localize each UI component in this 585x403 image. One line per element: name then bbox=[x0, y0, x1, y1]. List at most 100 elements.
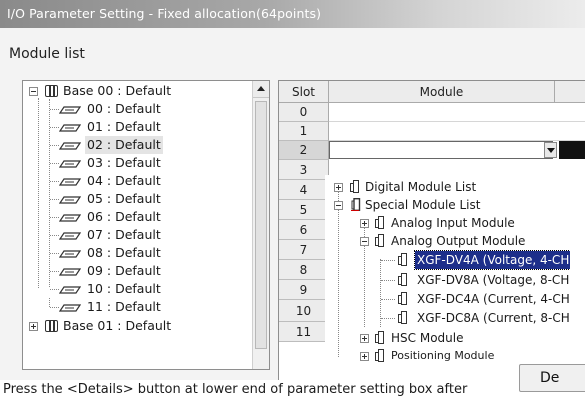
slot-cell[interactable]: 9 bbox=[279, 280, 329, 300]
dropdown-item-label: Digital Module List bbox=[365, 180, 477, 194]
slot-cell[interactable]: 5 bbox=[279, 200, 329, 220]
tree-item-label: 09 : Default bbox=[87, 263, 161, 278]
slot-module-icon bbox=[59, 196, 81, 204]
tree-line bbox=[50, 289, 59, 290]
tree-item-label: Base 01 : Default bbox=[63, 318, 172, 333]
tree-line bbox=[381, 299, 395, 300]
dropdown-item-label: Special Module List bbox=[365, 198, 481, 212]
slot-module-icon bbox=[59, 142, 81, 150]
instruction-caption: Press the <Details> button at lower end … bbox=[3, 382, 468, 397]
collapse-icon[interactable] bbox=[360, 237, 369, 246]
module-icon bbox=[398, 292, 407, 305]
expand-icon[interactable] bbox=[334, 183, 343, 192]
dropdown-item-label: Analog Output Module bbox=[391, 234, 526, 248]
scroll-thumb[interactable] bbox=[255, 101, 267, 349]
slot-cell[interactable]: 0 bbox=[279, 103, 329, 122]
module-dropdown-tree[interactable]: Digital Module List Special Module List … bbox=[325, 175, 570, 375]
title-bar: I/O Parameter Setting - Fixed allocation… bbox=[0, 0, 585, 28]
module-icon bbox=[398, 273, 407, 286]
tree-line bbox=[50, 145, 59, 146]
module-icon bbox=[398, 253, 407, 266]
dropdown-item-label: XGF-DC4A (Current, 4-CH) bbox=[417, 292, 570, 306]
module-column-header[interactable]: Module bbox=[329, 81, 555, 103]
tree-line bbox=[50, 253, 59, 254]
tree-line bbox=[338, 187, 339, 357]
module-icon bbox=[375, 234, 384, 247]
slot-module-icon bbox=[59, 286, 81, 294]
tree-line bbox=[50, 163, 59, 164]
tree-item-label: 03 : Default bbox=[87, 155, 161, 170]
expand-icon[interactable] bbox=[360, 219, 369, 228]
dropdown-item-label: Positioning Module bbox=[391, 349, 495, 362]
base-rack-icon bbox=[45, 85, 58, 97]
selected-cell-highlight bbox=[559, 141, 585, 159]
module-tree[interactable]: Base 00 : Default 00 : Default 01 : Defa… bbox=[22, 80, 270, 370]
expand-icon[interactable] bbox=[360, 334, 369, 343]
tree-line bbox=[380, 259, 381, 327]
tree-line bbox=[50, 181, 59, 182]
slot-cell[interactable]: 7 bbox=[279, 240, 329, 260]
slot-module-icon bbox=[59, 214, 81, 222]
tree-line bbox=[50, 307, 59, 308]
slot-module-icon bbox=[59, 106, 81, 114]
module-icon bbox=[398, 311, 407, 324]
module-tree-items: Base 00 : Default 00 : Default 01 : Defa… bbox=[23, 81, 253, 369]
base-rack-icon bbox=[45, 320, 58, 332]
module-cell[interactable] bbox=[329, 122, 585, 141]
details-button[interactable]: De bbox=[519, 364, 585, 392]
special-module-icon bbox=[351, 198, 361, 211]
slot-cell[interactable]: 8 bbox=[279, 260, 329, 280]
slot-module-icon bbox=[59, 304, 81, 312]
tree-item-label: 01 : Default bbox=[87, 119, 161, 134]
slot-cell[interactable]: 1 bbox=[279, 122, 329, 141]
tree-item-label: Base 00 : Default bbox=[63, 83, 172, 98]
slot-module-icon bbox=[59, 232, 81, 240]
tree-line bbox=[381, 280, 395, 281]
scroll-up-arrow-icon[interactable] bbox=[253, 81, 269, 98]
tree-line bbox=[381, 260, 395, 261]
slot-cell[interactable]: 4 bbox=[279, 180, 329, 200]
tree-line bbox=[50, 109, 59, 110]
expand-icon[interactable] bbox=[29, 322, 38, 331]
tree-item-label: 02 : Default bbox=[85, 136, 163, 154]
slot-module-icon bbox=[59, 268, 81, 276]
tree-line bbox=[49, 298, 50, 307]
tree-scrollbar[interactable] bbox=[252, 81, 269, 369]
tree-item-label: 04 : Default bbox=[87, 173, 161, 188]
dropdown-item-label: XGF-DV4A (Voltage, 4-CH) bbox=[413, 250, 570, 270]
tree-item-label: 00 : Default bbox=[87, 101, 161, 116]
module-cell[interactable] bbox=[329, 103, 585, 122]
tree-line bbox=[381, 318, 395, 319]
dropdown-item-label: Analog Input Module bbox=[391, 216, 515, 230]
module-icon bbox=[375, 216, 384, 229]
dropdown-arrow-icon[interactable] bbox=[544, 142, 557, 158]
dropdown-item-label: XGF-DC8A (Current, 8-CH) bbox=[417, 311, 570, 325]
slot-module-icon bbox=[59, 178, 81, 186]
slot-module-icon bbox=[59, 250, 81, 258]
tree-item-label: 08 : Default bbox=[87, 245, 161, 260]
expand-icon[interactable] bbox=[360, 352, 369, 361]
tree-item-label: 05 : Default bbox=[87, 191, 161, 206]
tree-item-label: 07 : Default bbox=[87, 227, 161, 242]
dropdown-item-label: HSC Module bbox=[391, 331, 464, 345]
collapse-icon[interactable] bbox=[334, 201, 343, 210]
tree-line bbox=[50, 217, 59, 218]
tree-line bbox=[50, 127, 59, 128]
module-icon bbox=[350, 180, 359, 193]
tree-item-label: 06 : Default bbox=[87, 209, 161, 224]
slot-cell[interactable]: 3 bbox=[279, 160, 329, 180]
io-parameter-window: I/O Parameter Setting - Fixed allocation… bbox=[0, 0, 585, 380]
slot-cell[interactable]: 6 bbox=[279, 220, 329, 240]
tree-line bbox=[50, 271, 59, 272]
tree-item-label: 10 : Default bbox=[87, 281, 161, 296]
collapse-icon[interactable] bbox=[29, 87, 38, 96]
extra-column-header[interactable] bbox=[555, 81, 585, 103]
tree-item-label: 11 : Default bbox=[87, 299, 161, 314]
module-list-label: Module list bbox=[9, 46, 85, 62]
slot-cell[interactable]: 10 bbox=[279, 300, 329, 322]
module-icon bbox=[375, 331, 384, 344]
slot-cell-selected[interactable]: 2 bbox=[279, 141, 329, 160]
slot-column-header[interactable]: Slot bbox=[279, 81, 329, 103]
module-select-combo[interactable] bbox=[329, 141, 553, 159]
slot-cell[interactable]: 11 bbox=[279, 322, 329, 342]
